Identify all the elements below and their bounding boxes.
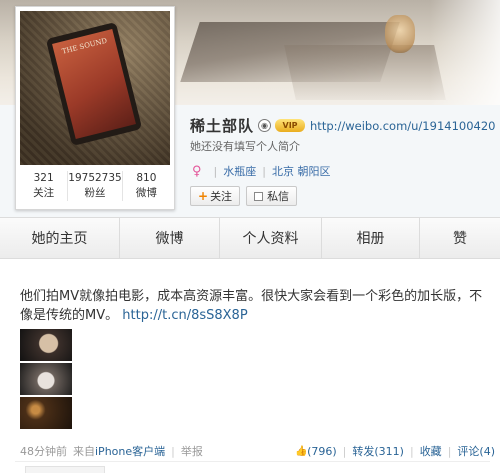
location-tag[interactable]: 北京 朝阳区 (272, 163, 331, 179)
message-icon (254, 191, 264, 201)
post-image[interactable] (20, 397, 72, 429)
feed-divider (15, 461, 490, 462)
profile-stats: 321 关注 19752735 粉丝 810 微博 (20, 171, 170, 201)
cover-roof-shape-2 (284, 45, 446, 100)
post-body: 他们拍MV就像拍电影，成本高资源丰富。很快大家会看到一个彩色的加长版，不像是传统… (20, 289, 483, 323)
post-time[interactable]: 48分钟前 (20, 443, 67, 459)
profile-name-row: 稀土部队 ◉ VIP http://weibo.com/u/1914100420 (190, 115, 495, 136)
stat-value: 321 (33, 172, 54, 184)
profile-tabs: 她的主页 微博 个人资料 相册 赞 (0, 217, 500, 259)
stat-value: 19752735 (68, 172, 122, 184)
stat-label: 微博 (135, 187, 157, 199)
post-image[interactable] (20, 363, 72, 395)
post-link[interactable]: http://t.cn/8sS8X8P (122, 308, 247, 323)
tab-home[interactable]: 她的主页 (0, 218, 120, 258)
profile-info-row: ♀ | 水瓶座 | 北京 朝阳区 (192, 163, 330, 179)
stat-label: 关注 (33, 187, 55, 199)
avatar-card: THE SOUND 321 关注 19752735 粉丝 810 微博 (15, 6, 175, 210)
tab-profile-info[interactable]: 个人资料 (220, 218, 322, 258)
post-footer: 48分钟前 来自 iPhone客户端 | 举报 👍 (796) | 转发(311… (20, 443, 495, 459)
profile-intro: 她还没有填写个人简介 (190, 140, 300, 153)
avatar-book-title: THE SOUND (61, 36, 108, 56)
avatar-phone-image: THE SOUND (45, 21, 143, 147)
tab-likes[interactable]: 赞 (420, 218, 500, 258)
post-image-strip[interactable] (20, 329, 72, 429)
tab-album[interactable]: 相册 (322, 218, 420, 258)
plus-icon: + (198, 189, 209, 203)
post-text: 他们拍MV就像拍电影，成本高资源丰富。很快大家会看到一个彩色的加长版，不像是传统… (20, 287, 490, 325)
message-button-label: 私信 (267, 190, 290, 203)
profile-name: 稀土部队 (190, 117, 255, 135)
thumb-up-icon[interactable]: 👍 (295, 446, 307, 457)
vip-badge-icon[interactable]: VIP (275, 119, 306, 132)
comment-link[interactable]: 评论(4) (457, 443, 495, 459)
report-link[interactable]: 举报 (181, 443, 203, 459)
footer-separator: | (342, 444, 347, 458)
verified-icon[interactable]: ◉ (258, 119, 272, 132)
stat-value: 810 (136, 172, 157, 184)
footer-separator: | (171, 444, 175, 458)
message-button[interactable]: 私信 (246, 186, 298, 206)
female-gender-icon: ♀ (192, 163, 202, 179)
post-actions: 👍 (796) | 转发(311) | 收藏 | 评论(4) (295, 443, 495, 459)
follow-button[interactable]: + 关注 (190, 186, 241, 206)
repost-link[interactable]: 转发(311) (352, 443, 404, 459)
feed-card: 他们拍MV就像拍电影，成本高资源丰富。很快大家会看到一个彩色的加长版，不像是传统… (0, 259, 500, 473)
post-source-prefix: 来自 (73, 445, 95, 458)
cover-mist (430, 0, 500, 105)
footer-separator: | (447, 444, 452, 458)
info-separator: | (262, 164, 266, 178)
post-source-app[interactable]: iPhone客户端 (95, 443, 165, 459)
profile-actions: + 关注 私信 (190, 186, 298, 206)
stat-following[interactable]: 321 关注 (20, 171, 69, 201)
follow-button-label: 关注 (210, 190, 233, 203)
footer-separator: | (409, 444, 414, 458)
favorite-link[interactable]: 收藏 (420, 443, 442, 459)
profile-url-link[interactable]: http://weibo.com/u/1914100420 (310, 119, 495, 133)
stat-label: 粉丝 (84, 187, 106, 199)
avatar[interactable]: THE SOUND (20, 11, 170, 165)
like-count[interactable]: (796) (307, 445, 337, 458)
stat-followers[interactable]: 19752735 粉丝 (68, 171, 123, 201)
info-separator: | (213, 164, 218, 178)
stat-posts[interactable]: 810 微博 (123, 171, 170, 201)
tab-weibo[interactable]: 微博 (120, 218, 220, 258)
next-post-card-edge (25, 466, 105, 473)
zodiac-tag[interactable]: 水瓶座 (223, 163, 256, 179)
post-image[interactable] (20, 329, 72, 361)
cover-lantern (385, 15, 415, 53)
